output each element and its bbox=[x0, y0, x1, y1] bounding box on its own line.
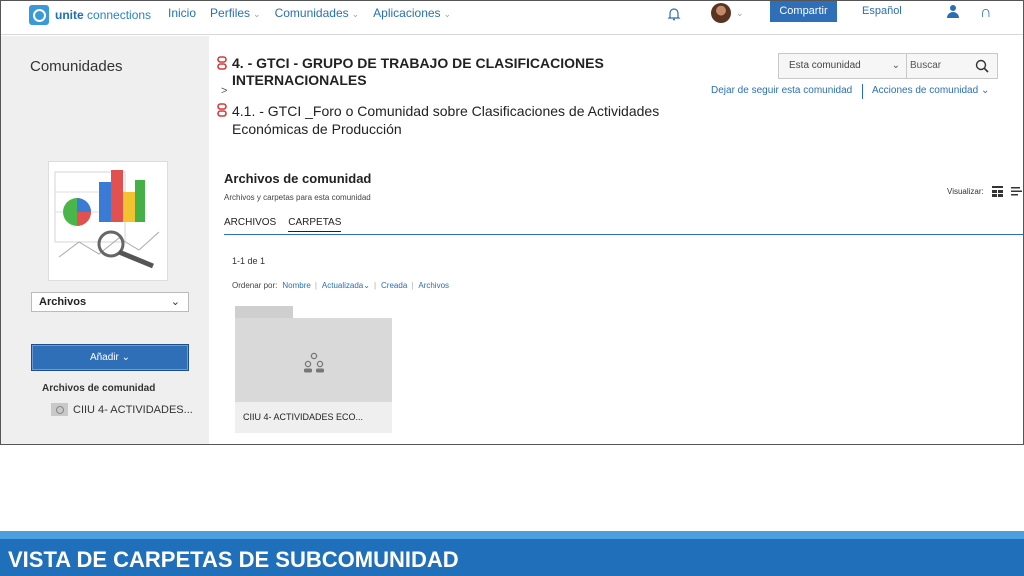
banner-title: VISTA DE CARPETAS DE SUBCOMUNIDAD bbox=[8, 547, 459, 572]
nav-comunidades-label: Comunidades bbox=[274, 6, 349, 20]
chevron-down-icon: ⌄ bbox=[443, 9, 452, 19]
tab-underline bbox=[224, 234, 1023, 235]
breadcrumb-parent[interactable]: 4. - GTCI - GRUPO DE TRABAJO DE CLASIFIC… bbox=[217, 55, 652, 89]
tab-archivos[interactable]: ARCHIVOS bbox=[224, 217, 276, 232]
main-content: 4. - GTCI - GRUPO DE TRABAJO DE CLASIFIC… bbox=[209, 36, 1023, 444]
files-title: Archivos de comunidad bbox=[224, 171, 372, 186]
avatar[interactable] bbox=[711, 3, 731, 23]
grid-view-icon[interactable] bbox=[991, 186, 1003, 197]
sort-label: Ordenar por: bbox=[232, 281, 278, 290]
folder-icon bbox=[235, 318, 392, 402]
divider bbox=[862, 84, 863, 99]
chevron-down-icon[interactable]: ⌄ bbox=[736, 8, 744, 19]
sort-by-created[interactable]: Creada bbox=[381, 281, 407, 290]
nav-inicio[interactable]: Inicio bbox=[168, 6, 196, 20]
sort-by-updated[interactable]: Actualizada⌄ bbox=[322, 281, 370, 290]
add-button-label: Añadir bbox=[89, 352, 119, 363]
screenshot-frame: unite connections Inicio Perfiles ⌄ Comun… bbox=[0, 0, 1024, 445]
unite-app-icon[interactable]: ∩ bbox=[980, 4, 992, 22]
view-switcher: Visualizar: bbox=[947, 186, 1022, 197]
nav-aplicaciones[interactable]: Aplicaciones ⌄ bbox=[373, 6, 451, 20]
unfollow-link[interactable]: Dejar de seguir esta comunidad bbox=[711, 85, 852, 96]
charts-illustration-icon bbox=[54, 170, 160, 269]
sort-by-name[interactable]: Nombre bbox=[282, 281, 310, 290]
section-select[interactable]: Archivos ⌄ bbox=[31, 292, 189, 312]
tree-item-label: CIIU 4- ACTIVIDADES... bbox=[73, 403, 193, 416]
sort-bar: Ordenar por: Nombre | Actualizada⌄ | Cre… bbox=[232, 281, 449, 290]
search-scope-select[interactable]: Esta comunidad ⌄ bbox=[779, 54, 907, 78]
view-label: Visualizar: bbox=[947, 187, 984, 196]
add-button[interactable]: Añadir ⌄ bbox=[31, 344, 189, 371]
unite-logo-icon bbox=[29, 5, 49, 25]
community-actions-menu[interactable]: Acciones de comunidad ⌄ bbox=[872, 85, 989, 96]
nav-inicio-label: Inicio bbox=[168, 6, 197, 20]
main-nav: Inicio Perfiles ⌄ Comunidades ⌄ Aplicacion… bbox=[168, 6, 465, 20]
section-select-value: Archivos bbox=[39, 296, 87, 308]
share-button[interactable]: Compartir bbox=[770, 1, 837, 22]
divider: | bbox=[373, 281, 377, 290]
community-icon bbox=[304, 352, 324, 373]
community-link-icon bbox=[217, 103, 227, 117]
sort-by-updated-label: Actualizada bbox=[321, 281, 364, 290]
file-tabs: ARCHIVOS CARPETAS bbox=[224, 217, 353, 232]
search-input[interactable]: Buscar bbox=[910, 54, 941, 78]
slide: unite connections Inicio Perfiles ⌄ Comun… bbox=[0, 0, 1024, 576]
result-count: 1-1 de 1 bbox=[232, 256, 266, 266]
nav-perfiles[interactable]: Perfiles ⌄ bbox=[210, 6, 261, 20]
search-icon[interactable] bbox=[975, 59, 989, 73]
tree-item-folder[interactable]: CIIU 4- ACTIVIDADES... bbox=[51, 403, 193, 416]
chevron-down-icon: ⌄ bbox=[891, 60, 900, 71]
language-link[interactable]: Español bbox=[862, 5, 902, 17]
sort-by-files[interactable]: Archivos bbox=[418, 281, 449, 290]
breadcrumb-current-label: 4.1. - GTCI _Foro o Comunidad sobre Clas… bbox=[232, 103, 660, 137]
top-navigation: unite connections Inicio Perfiles ⌄ Comun… bbox=[1, 1, 1023, 35]
logo-text: unite connections bbox=[55, 8, 151, 22]
chevron-down-icon: ⌄ bbox=[980, 85, 990, 96]
community-actions-label: Acciones de comunidad bbox=[872, 85, 979, 96]
banner-stripe bbox=[0, 531, 1024, 539]
nav-perfiles-label: Perfiles bbox=[210, 6, 251, 20]
folder-name: CIIU 4- ACTIVIDADES ECO... bbox=[235, 402, 392, 433]
chevron-down-icon: ⌄ bbox=[351, 9, 360, 19]
bell-icon[interactable] bbox=[667, 7, 681, 21]
slide-banner: VISTA DE CARPETAS DE SUBCOMUNIDAD bbox=[0, 539, 1024, 576]
sidebar-title: Comunidades bbox=[30, 58, 123, 75]
search-scope-value: Esta comunidad bbox=[789, 60, 861, 71]
tab-carpetas[interactable]: CARPETAS bbox=[288, 217, 342, 232]
divider: | bbox=[411, 281, 414, 290]
nav-comunidades[interactable]: Comunidades ⌄ bbox=[275, 6, 360, 20]
user-icon[interactable] bbox=[947, 4, 959, 18]
community-image bbox=[48, 161, 168, 281]
community-link-icon bbox=[217, 56, 227, 70]
folder-card[interactable]: CIIU 4- ACTIVIDADES ECO... bbox=[235, 306, 392, 433]
tree-heading[interactable]: Archivos de comunidad bbox=[42, 383, 155, 394]
files-subtitle: Archivos y carpetas para esta comunidad bbox=[224, 193, 371, 202]
divider: | bbox=[314, 281, 317, 290]
chevron-down-icon: ⌄ bbox=[363, 281, 370, 290]
logo-product: connections bbox=[87, 8, 152, 22]
app-logo[interactable]: unite connections bbox=[29, 5, 151, 25]
sidebar: Comunidades Archivos ⌄ Añadir ⌄ Archivos… bbox=[1, 36, 209, 444]
nav-aplicaciones-label: Aplicaciones bbox=[373, 6, 441, 20]
breadcrumb-separator: > bbox=[221, 85, 228, 97]
chevron-down-icon: ⌄ bbox=[170, 296, 180, 308]
logo-brand: unite bbox=[55, 8, 84, 22]
breadcrumb-current[interactable]: 4.1. - GTCI _Foro o Comunidad sobre Clas… bbox=[217, 102, 702, 138]
chevron-down-icon: ⌄ bbox=[253, 9, 261, 19]
breadcrumb-parent-label: 4. - GTCI - GRUPO DE TRABAJO DE CLASIFIC… bbox=[232, 55, 604, 88]
list-view-icon[interactable] bbox=[1010, 186, 1022, 197]
folder-icon bbox=[51, 403, 68, 416]
search-box: Esta comunidad ⌄ Buscar bbox=[778, 53, 998, 79]
